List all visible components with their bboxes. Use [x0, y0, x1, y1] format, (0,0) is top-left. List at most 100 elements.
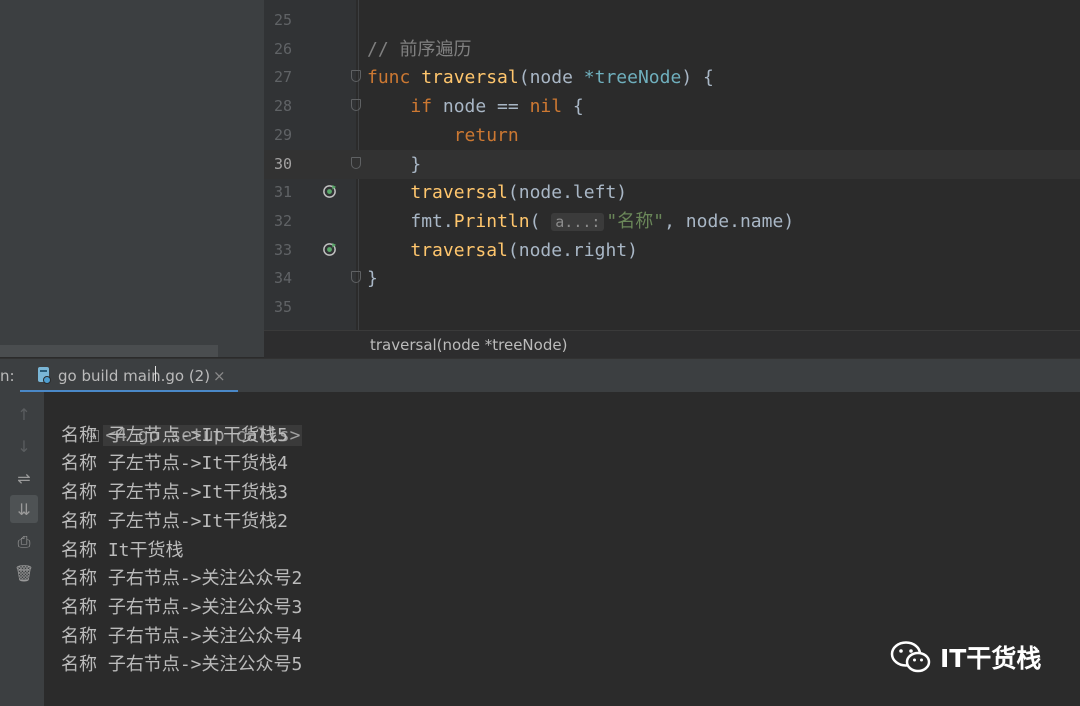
breadcrumb[interactable]: traversal(node *treeNode)	[264, 330, 1080, 359]
line-number[interactable]: 28	[264, 92, 292, 121]
line-number[interactable]: 27	[264, 63, 292, 92]
project-pane	[0, 0, 264, 357]
line-number[interactable]: 34	[264, 264, 292, 293]
code-token: if	[410, 96, 443, 118]
run-tool-window-header: n: go build main.go (2) ×	[0, 358, 1080, 393]
code-text[interactable]: }	[367, 264, 378, 293]
code-token: Println	[453, 210, 530, 232]
parameter-hint: a...:	[551, 212, 605, 231]
console-line[interactable]: 名称 子左节点->It干货栈4	[61, 449, 288, 478]
code-token: "名称"	[606, 210, 665, 232]
up-arrow-button[interactable]: ↑	[10, 400, 38, 428]
code-text[interactable]: }	[367, 150, 421, 179]
code-line[interactable]: 26 // 前序遍历	[264, 35, 1080, 64]
code-line[interactable]: 27 func traversal(node *treeNode) {	[264, 63, 1080, 92]
code-token: nil	[529, 96, 563, 118]
code-token: (node	[518, 67, 584, 89]
console-line[interactable]: 名称 子左节点->It干货栈5	[61, 421, 288, 450]
soft-wrap-icon: ⇌	[17, 468, 31, 488]
code-text[interactable]: if node == nil {	[367, 92, 583, 121]
tab-go-build-main[interactable]: go build main.go (2) ×	[20, 359, 238, 393]
scroll-to-end-button[interactable]: ⇊	[10, 495, 38, 523]
text-cursor	[155, 366, 156, 382]
code-token: node ==	[442, 96, 530, 118]
watermark-text: IT干货栈	[940, 644, 1042, 673]
code-line[interactable]: 32 fmt.Println( a...: "名称", node.name)	[264, 207, 1080, 236]
code-token: return	[453, 124, 519, 146]
console-line[interactable]: 名称 It干货栈	[61, 536, 184, 565]
console-line[interactable]: 名称 子左节点->It干货栈2	[61, 507, 288, 536]
go-file-icon	[38, 367, 51, 384]
tab-close-icon[interactable]: ×	[213, 367, 226, 385]
line-number[interactable]: 30	[264, 150, 292, 179]
fold-marker-icon[interactable]	[351, 156, 361, 169]
code-token: *treeNode	[583, 67, 682, 89]
line-number[interactable]: 35	[264, 293, 292, 322]
code-text[interactable]: traversal(node.right)	[367, 236, 638, 265]
fold-marker-icon[interactable]	[351, 70, 361, 83]
code-text[interactable]: func traversal(node *treeNode) {	[367, 63, 714, 92]
code-editor[interactable]: 25 26// 前序遍历 27 func traversal(node *treeNo…	[264, 0, 1080, 357]
code-token: (	[529, 210, 552, 232]
scroll-to-end-icon: ⇊	[17, 499, 31, 519]
trash-button[interactable]: 🗑	[10, 559, 38, 587]
tab-label: go build main.go (2)	[58, 367, 211, 385]
code-line[interactable]: 28 if node == nil {	[264, 92, 1080, 121]
wechat-icon	[890, 641, 931, 673]
recursive-call-icon[interactable]	[322, 184, 337, 199]
code-token: .	[442, 210, 454, 232]
code-token: }	[367, 268, 378, 290]
fold-marker-icon[interactable]	[351, 271, 361, 284]
run-toolbar: ↑ ↓ ⇌ ⇊ ⎙ 🗑	[0, 392, 45, 706]
code-line[interactable]: 35	[264, 293, 1080, 322]
print-icon: ⎙	[17, 532, 31, 551]
code-text[interactable]: traversal(node.left)	[367, 178, 627, 207]
code-token: fmt	[410, 210, 443, 232]
code-token: traversal	[421, 67, 519, 89]
down-arrow-button[interactable]: ↓	[10, 432, 38, 460]
fold-marker-icon[interactable]	[351, 99, 361, 112]
print-button[interactable]: ⎙	[10, 528, 38, 556]
line-number[interactable]: 32	[264, 207, 292, 236]
code-token: ) {	[681, 67, 714, 89]
code-text[interactable]: // 前序遍历	[367, 35, 472, 64]
code-line[interactable]: 25	[264, 6, 1080, 35]
console-line[interactable]: 名称 子右节点->关注公众号5	[61, 650, 302, 679]
code-token: (node.left)	[507, 182, 628, 204]
code-token: (node.right)	[507, 239, 638, 261]
code-token: , node.name)	[664, 210, 795, 232]
code-token: func	[367, 67, 422, 89]
recursive-call-icon[interactable]	[322, 242, 337, 257]
line-number[interactable]: 31	[264, 178, 292, 207]
code-text[interactable]: fmt.Println( a...: "名称", node.name)	[367, 207, 794, 237]
project-pane-scrollbar[interactable]	[0, 345, 218, 357]
trash-icon: 🗑	[13, 563, 35, 583]
code-token: }	[367, 153, 422, 175]
code-line[interactable]: 34}	[264, 264, 1080, 293]
breadcrumb-function[interactable]: traversal(node *treeNode)	[370, 331, 567, 359]
console-line[interactable]: 名称 子左节点->It干货栈3	[61, 478, 288, 507]
soft-wrap-button[interactable]: ⇌	[10, 464, 38, 492]
line-number[interactable]: 33	[264, 236, 292, 265]
code-line[interactable]: 29 return	[264, 121, 1080, 150]
console-line[interactable]: 名称 子右节点->关注公众号2	[61, 564, 302, 593]
code-text[interactable]: return	[367, 121, 519, 150]
down-arrow-icon: ↓	[17, 436, 31, 456]
line-number[interactable]: 25	[264, 6, 292, 35]
code-line[interactable]: 31 traversal(node.left)	[264, 178, 1080, 207]
code-token: traversal	[410, 182, 508, 204]
code-token: // 前序遍历	[367, 38, 472, 60]
run-label: n:	[0, 367, 15, 385]
line-number[interactable]: 29	[264, 121, 292, 150]
console-line[interactable]: 名称 子右节点->关注公众号3	[61, 593, 302, 622]
code-line[interactable]: 30 }	[264, 149, 1080, 179]
setup-calls-row[interactable]: <4 go setup calls>	[44, 392, 303, 446]
console-line[interactable]: 名称 子右节点->关注公众号4	[61, 622, 302, 651]
code-line[interactable]: 33 traversal(node.right)	[264, 236, 1080, 265]
line-number[interactable]: 26	[264, 35, 292, 64]
